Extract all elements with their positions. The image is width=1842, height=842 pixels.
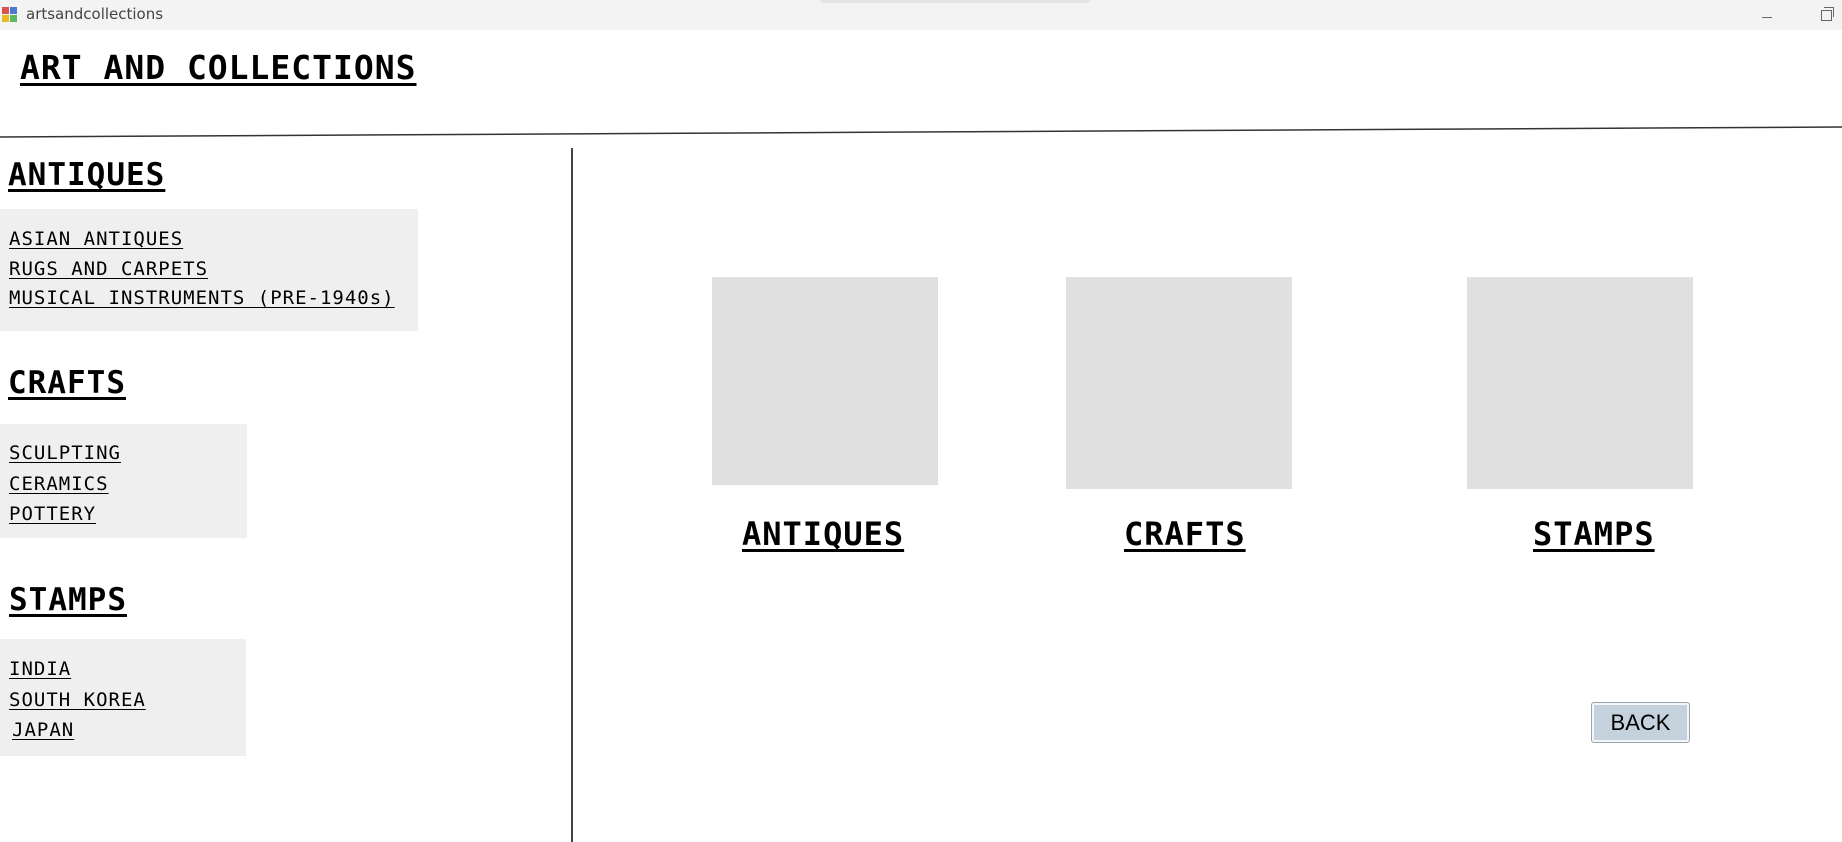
sidebar-link-pottery[interactable]: POTTERY xyxy=(9,503,96,525)
titlebar-notch xyxy=(820,0,1090,3)
sidebar-group-crafts: SCULPTING CERAMICS POTTERY xyxy=(0,424,247,538)
sidebar-link-musical-instruments[interactable]: MUSICAL INSTRUMENTS (PRE-1940s) xyxy=(9,287,395,309)
restore-icon xyxy=(1820,6,1834,21)
sidebar-link-sculpting[interactable]: SCULPTING xyxy=(9,442,121,464)
tile-image-stamps[interactable] xyxy=(1467,277,1693,489)
sidebar-link-rugs-and-carpets[interactable]: RUGS AND CARPETS xyxy=(9,258,208,280)
sidebar-divider xyxy=(571,148,573,842)
sidebar-link-asian-antiques[interactable]: ASIAN ANTIQUES xyxy=(9,228,183,250)
restore-button[interactable] xyxy=(1803,0,1842,30)
sidebar-heading-antiques[interactable]: ANTIQUES xyxy=(8,157,165,193)
minimize-button[interactable] xyxy=(1744,0,1790,30)
tile-label-stamps[interactable]: STAMPS xyxy=(1533,515,1655,553)
window-title: artsandcollections xyxy=(26,5,164,23)
window-titlebar: artsandcollections xyxy=(0,0,1842,30)
minimize-icon xyxy=(1762,8,1772,23)
back-button[interactable]: BACK xyxy=(1591,702,1690,743)
tile-label-crafts[interactable]: CRAFTS xyxy=(1124,515,1246,553)
sidebar-link-india[interactable]: INDIA xyxy=(9,658,71,680)
sidebar-link-ceramics[interactable]: CERAMICS xyxy=(9,473,109,495)
sidebar-group-stamps: INDIA SOUTH KOREA JAPAN xyxy=(0,639,246,756)
sidebar-link-japan[interactable]: JAPAN xyxy=(12,719,74,741)
tile-label-antiques[interactable]: ANTIQUES xyxy=(742,515,904,553)
tile-image-crafts[interactable] xyxy=(1066,277,1292,489)
sidebar-heading-stamps[interactable]: STAMPS xyxy=(9,582,127,618)
page-title: ART AND COLLECTIONS xyxy=(20,48,417,87)
sidebar-group-antiques: ASIAN ANTIQUES RUGS AND CARPETS MUSICAL … xyxy=(0,209,418,331)
sidebar-heading-crafts[interactable]: CRAFTS xyxy=(8,365,126,401)
tile-image-antiques[interactable] xyxy=(712,277,938,485)
app-icon xyxy=(2,7,17,22)
sidebar-link-south-korea[interactable]: SOUTH KOREA xyxy=(9,689,146,711)
